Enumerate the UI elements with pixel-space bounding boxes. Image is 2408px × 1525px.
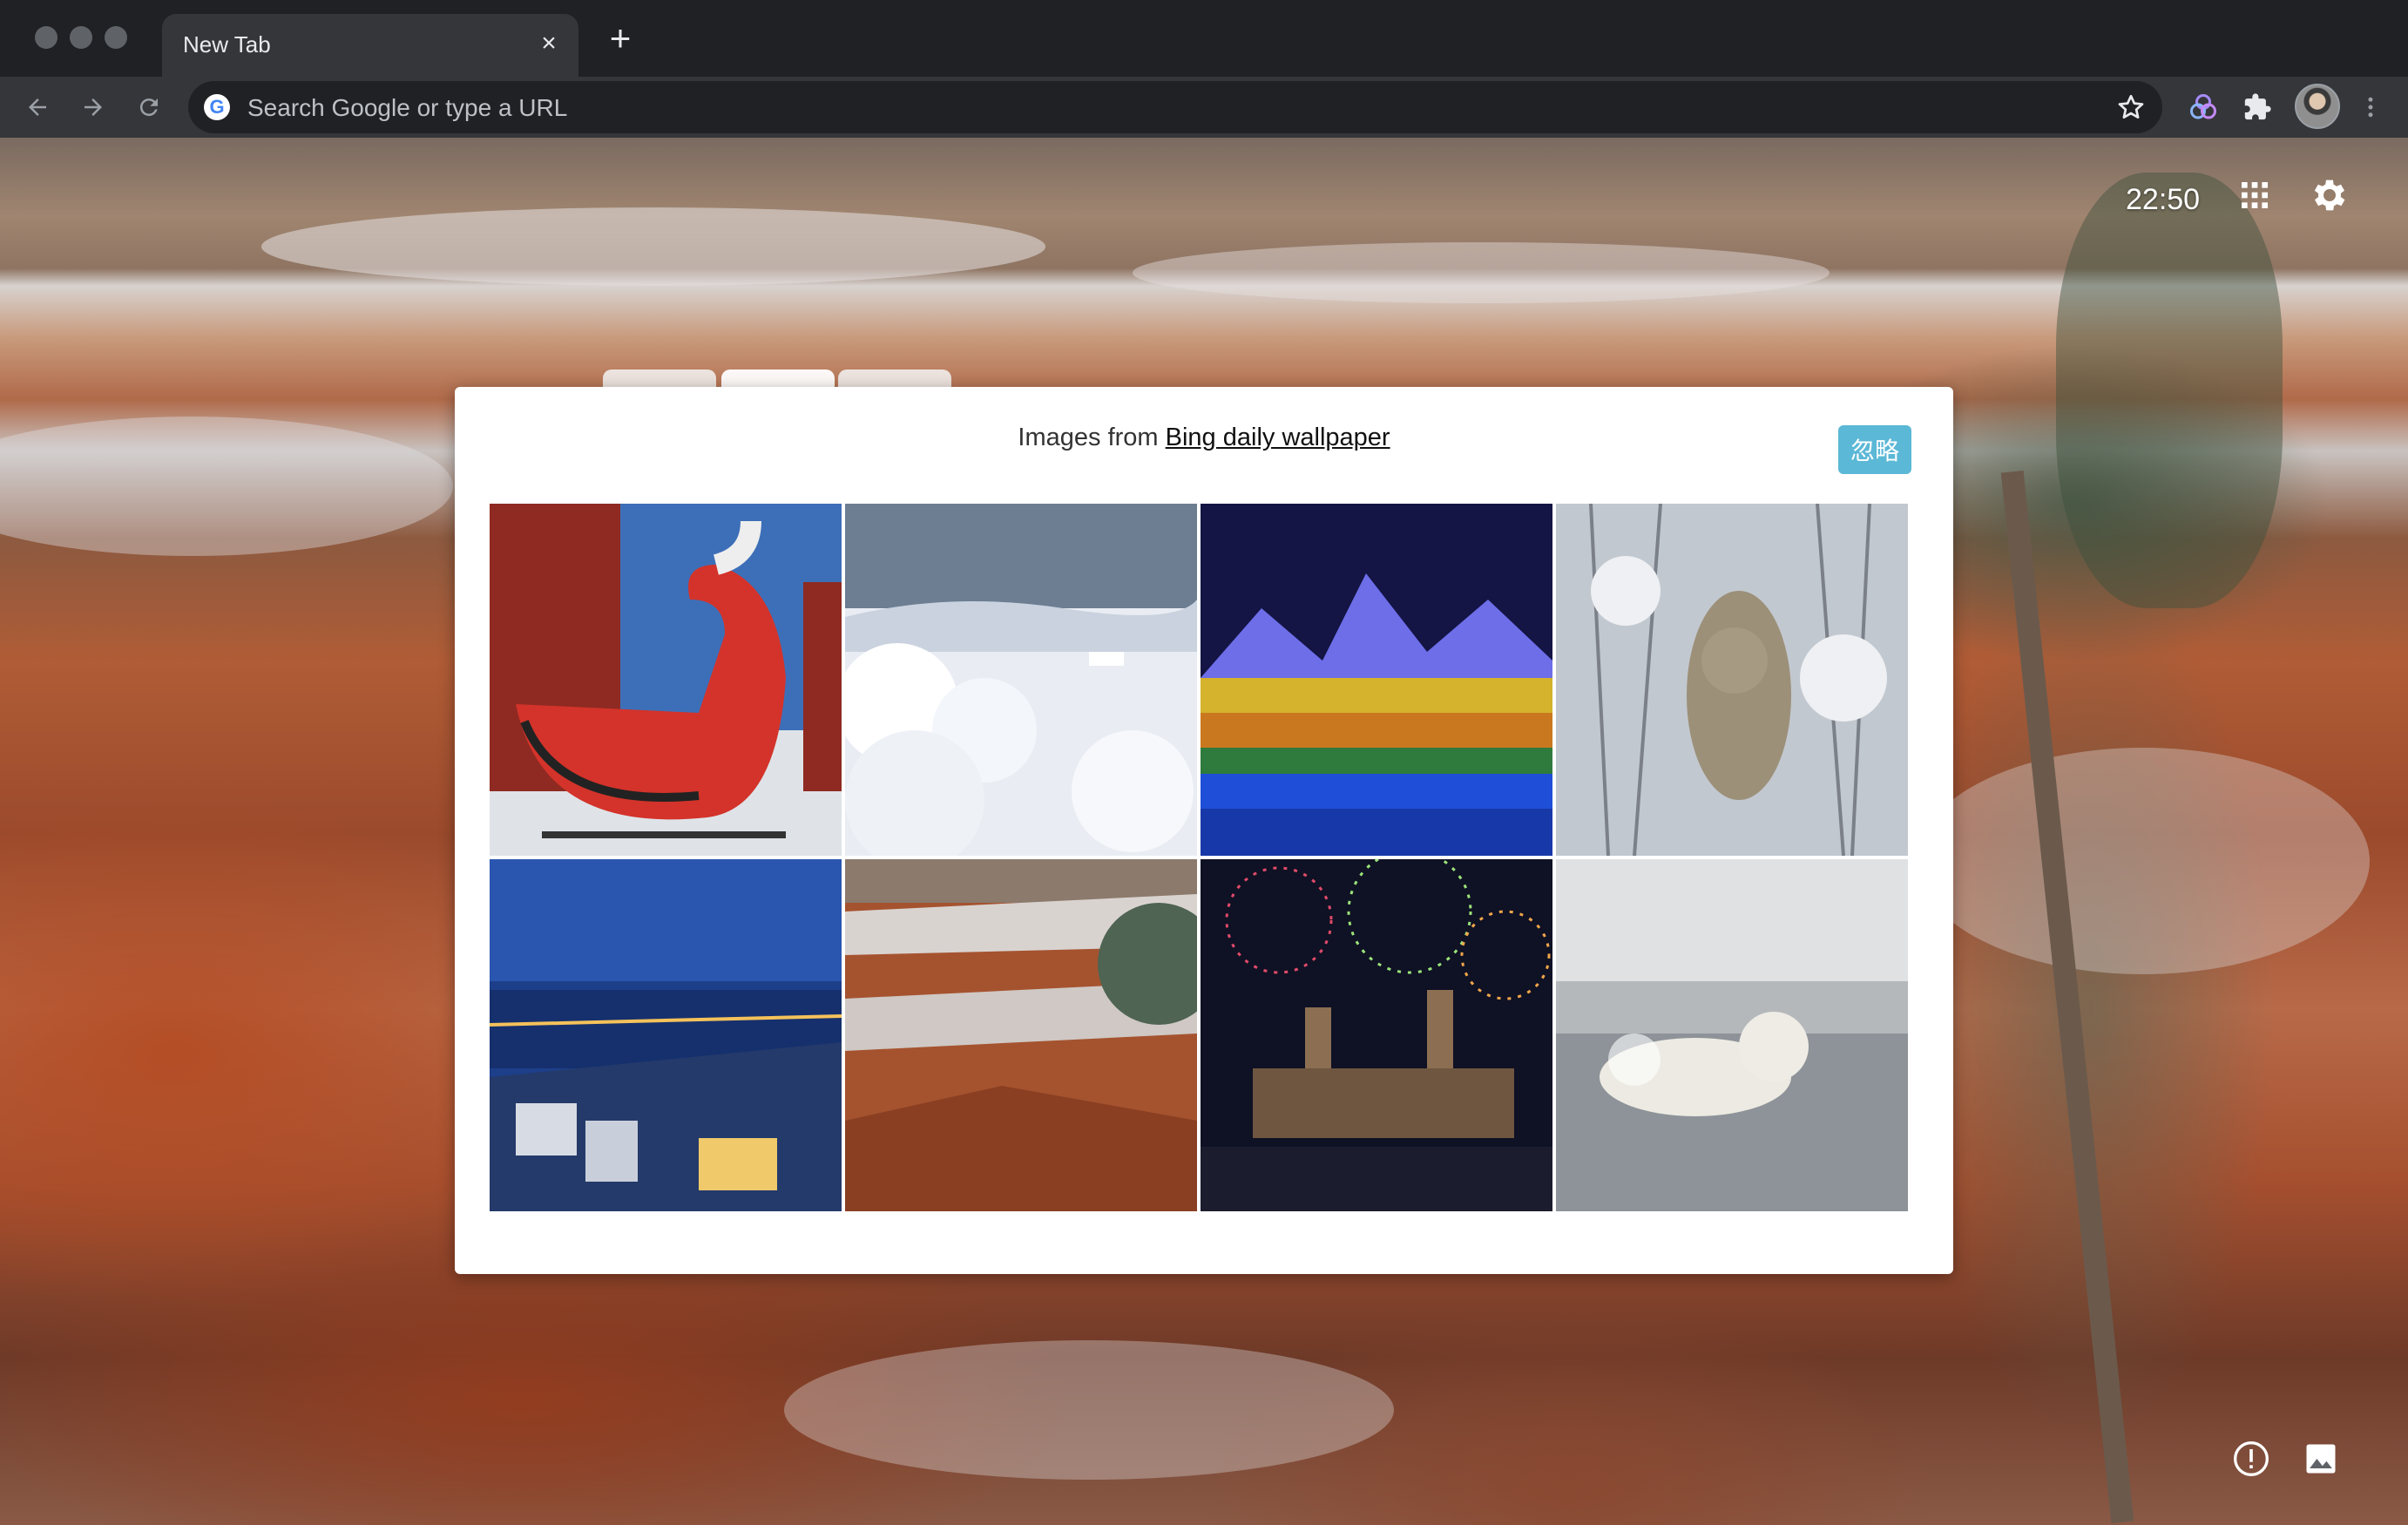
wallpaper-snow-patch [1133,242,1830,303]
panel-peek-tab[interactable] [838,369,951,387]
fireworks-image [1201,859,1552,1211]
profile-avatar[interactable] [2295,84,2340,129]
omnibox[interactable]: G [188,81,2162,135]
wallpaper-thumbnail[interactable] [1556,859,1908,1211]
reload-button[interactable] [131,89,167,125]
tab-close-icon[interactable]: × [535,30,563,58]
rings-extension-icon [2190,94,2216,119]
minimize-window-button[interactable] [70,26,92,49]
wallpaper-info-button[interactable] [2300,1438,2342,1480]
gear-icon [2314,180,2345,211]
apps-grid-button[interactable] [2237,178,2272,213]
wallpaper-thumbnail[interactable] [490,859,842,1211]
extension-button[interactable] [2185,89,2222,125]
wallpaper-tree-foliage [2056,173,2283,608]
wallpaper-picker-panel: Images from Bing daily wallpaper 忽略 [455,387,1953,1274]
back-button[interactable] [19,89,56,125]
wallpaper-snow-patch [0,417,453,556]
lynx-image [1556,504,1908,856]
address-input[interactable] [246,81,2079,135]
wallpaper-snow-patch [784,1340,1394,1480]
snowy-canyon-image [845,859,1197,1211]
settings-button[interactable] [2309,174,2351,216]
reload-icon [139,98,158,117]
tab-strip: New Tab × + [0,0,2408,77]
forward-button[interactable] [75,89,112,125]
extensions-menu-button[interactable] [2239,89,2276,125]
wallpaper-snow-patch [1917,748,2370,974]
image-icon [2306,1444,2336,1474]
panel-header: Images from Bing daily wallpaper [455,424,1953,452]
sleigh-image [490,504,842,856]
browser-window: New Tab × + G Search Google or type a UR… [0,0,2408,1525]
wallpaper-thumbnail[interactable] [845,504,1197,856]
new-tab-page: 22:50 Images from Bing daily wallpaper 忽… [0,138,2408,1525]
polar-bear-image [1556,859,1908,1211]
wallpaper-thumbnail[interactable] [490,504,842,856]
wallpaper-thumbnail[interactable] [1556,504,1908,856]
back-arrow-icon [29,98,46,116]
snowy-forest-image [845,504,1197,856]
maximize-window-button[interactable] [105,26,127,49]
bookmark-star-button[interactable] [2115,92,2147,123]
more-vertical-icon [2368,97,2373,118]
star-icon [2118,94,2144,119]
ignore-button[interactable]: 忽略 [1838,425,1911,474]
wallpaper-thumbnail[interactable] [845,859,1197,1211]
tab-title: New Tab [183,31,271,58]
apps-grid-icon [2242,182,2268,208]
tab-new-tab[interactable]: New Tab × [162,14,578,77]
puzzle-piece-icon [2244,93,2271,120]
google-logo-icon: G [204,94,230,120]
wallpaper-thumbnail[interactable] [1201,504,1552,856]
bing-wallpaper-link[interactable]: Bing daily wallpaper [1166,424,1390,451]
wallpaper-tree-trunk [2000,470,2134,1524]
info-exclamation-icon [2234,1441,2269,1476]
panel-peek-tab[interactable] [603,369,716,387]
panel-header-prefix: Images from [1018,424,1159,451]
light-festival-image [1201,504,1552,856]
browser-toolbar: G [0,77,2408,138]
close-window-button[interactable] [35,26,57,49]
browser-menu-button[interactable] [2352,89,2389,125]
feedback-button[interactable] [2230,1438,2272,1480]
lakeside-city-image [490,859,842,1211]
clock: 22:50 [2126,183,2201,216]
panel-peek-tab[interactable] [721,369,835,387]
forward-arrow-icon [85,98,102,116]
wallpaper-grid [490,504,1908,1211]
new-tab-button[interactable]: + [603,20,638,57]
wallpaper-snow-patch [261,207,1045,286]
wallpaper-thumbnail[interactable] [1201,859,1552,1211]
